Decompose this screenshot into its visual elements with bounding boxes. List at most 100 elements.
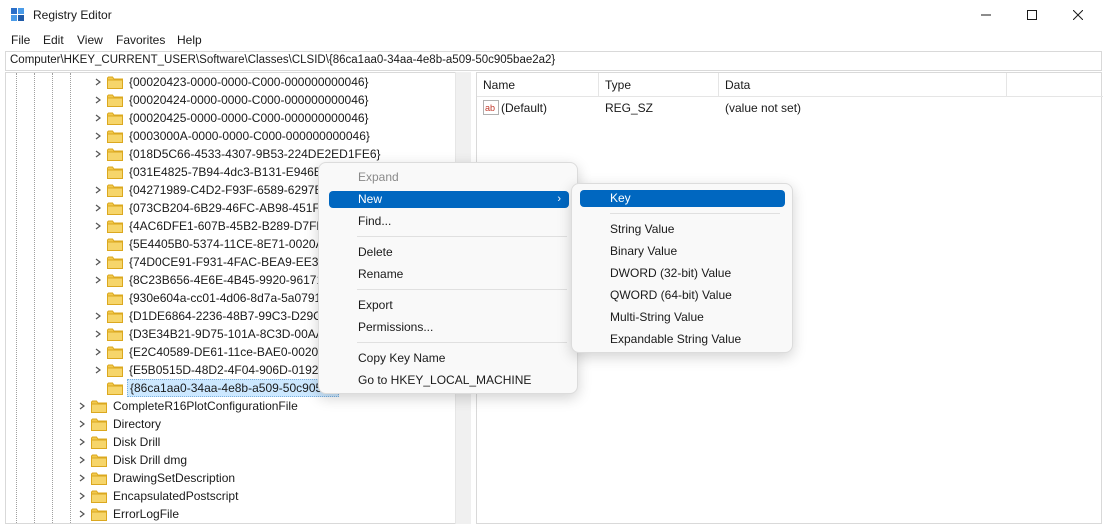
menu-favorites[interactable]: Favorites: [116, 33, 165, 47]
chevron-right-icon[interactable]: [92, 181, 104, 199]
tree-item-label: {D3E34B21-9D75-101A-8C3D-00AA00: [129, 327, 338, 341]
tree-item[interactable]: DrawingSetDescription: [76, 469, 237, 487]
tree-item[interactable]: {018D5C66-4533-4307-9B53-224DE2ED1FE6}: [92, 145, 383, 163]
submenu-item-dword-value[interactable]: DWORD (32-bit) Value: [580, 265, 785, 282]
chevron-right-icon[interactable]: [92, 91, 104, 109]
submenu-item-binary-value[interactable]: Binary Value: [580, 243, 785, 260]
list-item[interactable]: ab (Default) REG_SZ (value not set): [477, 99, 1103, 117]
tree-item[interactable]: {00020423-0000-0000-C000-000000000046}: [92, 73, 371, 91]
chevron-right-icon[interactable]: [92, 307, 104, 325]
tree-item-label: {04271989-C4D2-F93F-6589-6297B5A: [129, 183, 338, 197]
tree-item[interactable]: {8C23B656-4E6E-4B45-9920-9617168: [92, 271, 339, 289]
chevron-right-icon[interactable]: [92, 325, 104, 343]
tree-item[interactable]: {D3E34B21-9D75-101A-8C3D-00AA00: [92, 325, 339, 343]
close-icon: [1073, 10, 1083, 20]
chevron-right-icon[interactable]: [76, 433, 88, 451]
maximize-button[interactable]: [1009, 0, 1055, 30]
chevron-right-icon[interactable]: [92, 343, 104, 361]
folder-icon: [107, 166, 123, 179]
tree-item-label: Disk Drill dmg: [113, 453, 188, 467]
tree-item[interactable]: Disk Drill dmg: [76, 451, 189, 469]
chevron-right-icon[interactable]: [92, 127, 104, 145]
chevron-right-icon[interactable]: [92, 199, 104, 217]
tree-item-label: {4AC6DFE1-607B-45B2-B289-D7FBCD: [129, 219, 342, 233]
folder-icon: [107, 310, 123, 323]
chevron-right-icon[interactable]: [92, 361, 104, 379]
tree-item[interactable]: {00020425-0000-0000-C000-000000000046}: [92, 109, 371, 127]
tree-item[interactable]: {031E4825-7B94-4dc3-B131-E946B44C: [92, 163, 346, 181]
chevron-right-icon[interactable]: [76, 469, 88, 487]
tree-item-label: {00020425-0000-0000-C000-000000000046}: [129, 111, 369, 125]
tree-item-label: ErrorLogFile: [113, 507, 180, 521]
tree-item[interactable]: ErrorLogFile: [76, 505, 181, 523]
folder-icon: [107, 256, 123, 269]
folder-icon: [107, 292, 123, 305]
tree-item[interactable]: {073CB204-6B29-46FC-AB98-451F1D0: [92, 199, 344, 217]
address-bar[interactable]: Computer\HKEY_CURRENT_USER\Software\Clas…: [5, 51, 1102, 71]
tree-item-label: {8C23B656-4E6E-4B45-9920-9617168: [129, 273, 337, 287]
submenu-item-qword-value[interactable]: QWORD (64-bit) Value: [580, 287, 785, 304]
tree-item[interactable]: Directory: [76, 415, 163, 433]
tree-item[interactable]: {04271989-C4D2-F93F-6589-6297B5A: [92, 181, 339, 199]
context-menu: Expand New › Find... Delete Rename Expor…: [318, 162, 578, 394]
chevron-right-icon[interactable]: [76, 415, 88, 433]
menu-item-goto-hklm[interactable]: Go to HKEY_LOCAL_MACHINE: [329, 372, 569, 389]
folder-icon: [91, 436, 107, 449]
tree-item[interactable]: {930e604a-cc01-4d06-8d7a-5a07914f: [92, 289, 333, 307]
tree-item[interactable]: {74D0CE91-F931-4FAC-BEA9-EE32E43: [92, 253, 348, 271]
column-data[interactable]: Data: [719, 73, 1007, 97]
tree-item[interactable]: {00020424-0000-0000-C000-000000000046}: [92, 91, 371, 109]
menu-edit[interactable]: Edit: [43, 33, 64, 47]
tree-guide-line: [16, 73, 17, 523]
tree-item[interactable]: {E2C40589-DE61-11ce-BAE0-0020AF6: [92, 343, 342, 361]
submenu-item-string-value[interactable]: String Value: [580, 221, 785, 238]
list-header: Name Type Data: [477, 73, 1103, 97]
submenu-item-key[interactable]: Key: [580, 190, 785, 207]
tree-item-label: {031E4825-7B94-4dc3-B131-E946B44C: [129, 165, 344, 179]
tree-guide-line: [52, 73, 53, 523]
tree-item-label: {018D5C66-4533-4307-9B53-224DE2ED1FE6}: [129, 147, 381, 161]
minimize-button[interactable]: [963, 0, 1009, 30]
menu-item-copy-key-name[interactable]: Copy Key Name: [329, 350, 569, 367]
menu-view[interactable]: View: [77, 33, 103, 47]
column-name[interactable]: Name: [477, 73, 599, 97]
folder-icon: [107, 346, 123, 359]
menu-item-find[interactable]: Find...: [329, 213, 569, 230]
chevron-right-icon[interactable]: [92, 253, 104, 271]
chevron-right-icon[interactable]: [92, 109, 104, 127]
close-button[interactable]: [1055, 0, 1101, 30]
chevron-right-icon[interactable]: [92, 145, 104, 163]
menu-item-new-label: New: [358, 192, 383, 206]
tree-item[interactable]: Disk Drill: [76, 433, 162, 451]
menu-file[interactable]: File: [11, 33, 30, 47]
window-title: Registry Editor: [33, 8, 112, 22]
tree-item[interactable]: EncapsulatedPostscript: [76, 487, 240, 505]
menu-item-rename[interactable]: Rename: [329, 266, 569, 283]
tree-item-label: EncapsulatedPostscript: [113, 489, 239, 503]
menu-item-delete[interactable]: Delete: [329, 244, 569, 261]
tree-item[interactable]: {4AC6DFE1-607B-45B2-B289-D7FBCD: [92, 217, 344, 235]
chevron-right-icon[interactable]: [92, 271, 104, 289]
submenu-item-multi-string-value[interactable]: Multi-String Value: [580, 309, 785, 326]
menu-help[interactable]: Help: [177, 33, 202, 47]
tree-item[interactable]: {0003000A-0000-0000-C000-000000000046}: [92, 127, 372, 145]
chevron-right-icon[interactable]: [92, 217, 104, 235]
menu-item-new[interactable]: New ›: [329, 191, 569, 208]
folder-icon: [107, 220, 123, 233]
tree-item[interactable]: {5E4405B0-5374-11CE-8E71-0020AF0: [92, 235, 340, 253]
tree-item[interactable]: {E5B0515D-48D2-4F04-906D-0192ED6: [92, 361, 344, 379]
chevron-right-icon[interactable]: [92, 73, 104, 91]
menu-item-export[interactable]: Export: [329, 297, 569, 314]
folder-icon: [107, 112, 123, 125]
chevron-right-icon[interactable]: [76, 397, 88, 415]
column-type[interactable]: Type: [599, 73, 719, 97]
chevron-right-icon[interactable]: [76, 487, 88, 505]
tree-item[interactable]: CompleteR16PlotConfigurationFile: [76, 397, 300, 415]
menu-item-permissions[interactable]: Permissions...: [329, 319, 569, 336]
chevron-right-icon[interactable]: [76, 505, 88, 523]
submenu-item-expandable-string-value[interactable]: Expandable String Value: [580, 331, 785, 348]
chevron-right-icon[interactable]: [76, 451, 88, 469]
tree-item[interactable]: {D1DE6864-2236-48B7-99C3-D29C757: [92, 307, 344, 325]
folder-icon: [91, 508, 107, 521]
tree-item-selected-key[interactable]: {86ca1aa0-34aa-4e8b-a509-50c905ba: [92, 379, 339, 397]
